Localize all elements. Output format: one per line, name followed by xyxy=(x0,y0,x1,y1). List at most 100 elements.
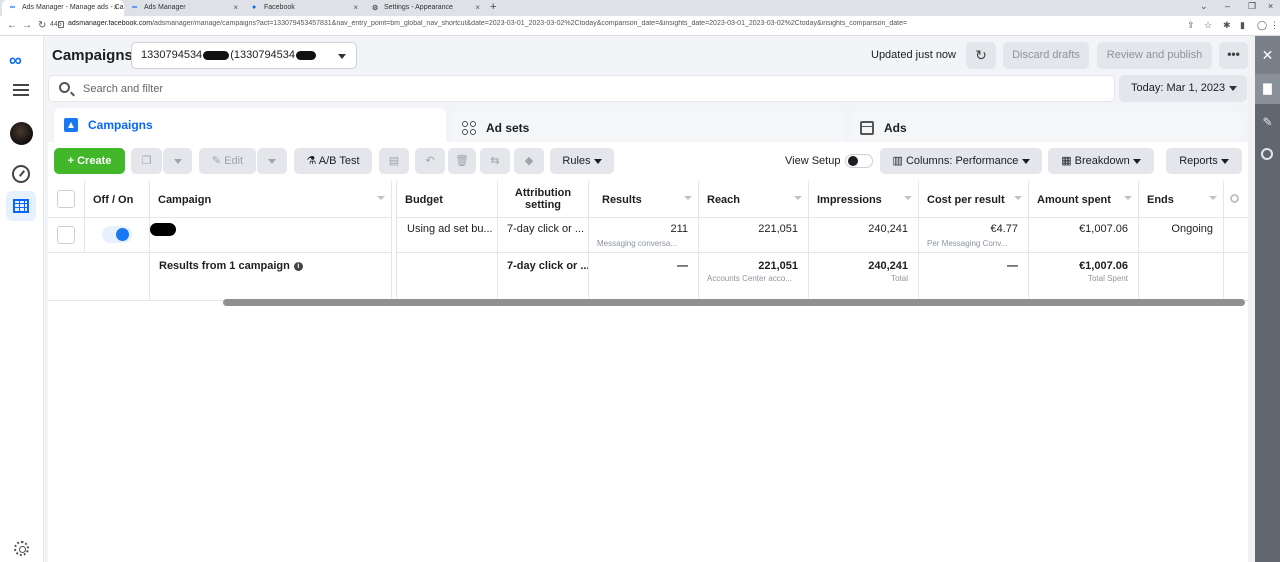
create-button[interactable]: + Create xyxy=(54,148,125,174)
extensions-icon[interactable]: ✱ xyxy=(1223,20,1231,31)
browser-address-bar: ← → ↻ 445 adsmanager.facebook.com/adsman… xyxy=(0,16,1280,36)
tab-label: Ads Manager xyxy=(144,4,186,11)
select-all-checkbox[interactable] xyxy=(57,190,75,208)
info-icon[interactable]: i xyxy=(293,261,303,271)
hamburger-menu-icon[interactable] xyxy=(13,84,29,96)
browser-tab-settings[interactable]: ⚙ Settings - Appearance × xyxy=(364,0,486,16)
tab-search-icon[interactable]: ⌄ xyxy=(1200,1,1208,12)
delete-button[interactable]: 🗑 xyxy=(448,148,476,174)
summary-filler-cell xyxy=(1224,253,1248,301)
search-input[interactable] xyxy=(83,81,883,97)
reports-label: Reports xyxy=(1179,155,1218,167)
meta-logo-icon[interactable]: ∞ xyxy=(9,50,22,71)
close-icon[interactable]: × xyxy=(353,3,358,12)
url-field[interactable]: adsmanager.facebook.com/adsmanager/manag… xyxy=(68,20,1178,27)
row-checkbox[interactable] xyxy=(57,226,75,244)
vertical-scrollbar[interactable] xyxy=(1248,36,1255,562)
edit-dropdown[interactable] xyxy=(257,148,287,174)
columns-icon: ▥ xyxy=(892,155,906,167)
rules-button[interactable]: Rules xyxy=(550,148,614,174)
lock-icon[interactable] xyxy=(58,21,64,28)
column-header-reach[interactable]: Reach xyxy=(699,181,809,218)
refresh-button[interactable]: ↻ xyxy=(966,42,996,69)
sidepanel-icon[interactable]: ▮ xyxy=(1240,20,1245,31)
tab-ad-sets[interactable]: Ad sets xyxy=(452,111,844,145)
column-header-amount-spent[interactable]: Amount spent xyxy=(1029,181,1139,218)
restore-icon[interactable]: ❐ xyxy=(1248,1,1256,12)
tag-button[interactable]: ◆ xyxy=(514,148,544,174)
row-campaign-name-cell[interactable] xyxy=(150,218,392,253)
summary-impressions-value: 240,241 xyxy=(868,260,908,272)
cost-per-result-type: Per Messaging Conv... xyxy=(927,239,1008,248)
account-overview-icon[interactable] xyxy=(12,165,30,183)
trash-icon: 🗑 xyxy=(455,155,469,167)
minimize-icon[interactable]: – xyxy=(1225,1,1230,11)
browser-tab-facebook[interactable]: ● Facebook × xyxy=(244,0,364,16)
url-path: /adsmanager/manage/campaigns?act=1330794… xyxy=(152,20,908,27)
date-range-button[interactable]: Today: Mar 1, 2023 xyxy=(1119,75,1247,102)
sort-icon xyxy=(904,196,912,200)
more-options-button[interactable]: ••• xyxy=(1219,42,1248,69)
ab-test-label: A/B Test xyxy=(318,155,360,167)
summary-impressions-sub: Total xyxy=(891,274,908,283)
back-icon[interactable]: ← xyxy=(7,20,17,31)
discard-drafts-button[interactable]: Discard drafts xyxy=(1003,42,1089,69)
share-icon[interactable]: ⇪ xyxy=(1187,20,1195,31)
campaign-on-toggle[interactable] xyxy=(102,226,132,243)
columns-label: Columns: Performance xyxy=(905,155,1019,167)
edit-panel-button[interactable]: ✎ xyxy=(1255,110,1280,134)
profile-icon[interactable]: ◯ xyxy=(1257,20,1267,31)
tab-campaigns[interactable]: Campaigns xyxy=(54,108,446,142)
column-header-cost-per-result[interactable]: Cost per result xyxy=(919,181,1029,218)
charts-panel-button[interactable]: ▇ xyxy=(1255,74,1280,104)
redaction-mark xyxy=(203,50,230,60)
history-clock-icon[interactable] xyxy=(1261,148,1273,160)
tab-ads[interactable]: Ads xyxy=(850,111,1242,145)
forward-icon[interactable]: → xyxy=(22,20,32,31)
close-icon[interactable]: × xyxy=(233,3,238,12)
avatar[interactable] xyxy=(10,122,33,145)
new-tab-button[interactable]: + xyxy=(490,1,496,13)
undo-icon: ↶ xyxy=(425,155,435,167)
undo-button[interactable]: ↶ xyxy=(415,148,445,174)
ad-account-selector[interactable]: 1330794534 (1330794534 xyxy=(131,42,357,69)
ad-sets-icon xyxy=(462,121,476,135)
column-header-budget[interactable]: Budget xyxy=(396,181,498,218)
star-icon[interactable]: ☆ xyxy=(1204,20,1212,31)
tab-label: Ads xyxy=(884,121,907,135)
column-settings-icon[interactable] xyxy=(1230,194,1239,203)
close-icon[interactable]: × xyxy=(113,3,118,12)
edit-button[interactable]: ✎ Edit xyxy=(199,148,256,174)
facebook-favicon-icon: ● xyxy=(252,4,257,11)
window-close-icon[interactable]: × xyxy=(1268,1,1273,11)
duplicate-dropdown[interactable] xyxy=(163,148,192,174)
reports-button[interactable]: Reports xyxy=(1166,148,1242,174)
kebab-menu-icon[interactable]: ⋮ xyxy=(1270,20,1279,31)
column-header-onoff[interactable]: Off / On xyxy=(85,181,150,218)
reload-icon[interactable]: ↻ xyxy=(38,20,46,31)
close-panel-button[interactable]: ✕ xyxy=(1255,36,1280,74)
horizontal-scrollbar[interactable] xyxy=(223,299,1245,306)
browser-tab-ads-manager-manage[interactable]: ∞ Ads Manager - Manage ads - Ca × xyxy=(2,0,124,16)
duplicate-button[interactable]: ❐ xyxy=(131,148,162,174)
campaigns-nav-item[interactable] xyxy=(6,191,36,221)
columns-button[interactable]: ▥ Columns: Performance xyxy=(880,148,1042,174)
column-header-ends[interactable]: Ends xyxy=(1139,181,1224,218)
column-header-attribution[interactable]: Attribution setting xyxy=(498,181,589,218)
search-icon xyxy=(59,82,70,93)
column-header-results[interactable]: Results xyxy=(589,181,699,218)
browser-tab-ads-manager[interactable]: ∞ Ads Manager × xyxy=(124,0,244,16)
meta-favicon-icon: ∞ xyxy=(132,4,137,11)
column-header-impressions[interactable]: Impressions xyxy=(809,181,919,218)
view-setup-toggle[interactable] xyxy=(845,154,873,168)
breakdown-button[interactable]: ▦ Breakdown xyxy=(1048,148,1154,174)
close-icon[interactable]: × xyxy=(475,3,480,12)
column-header-campaign[interactable]: Campaign xyxy=(150,181,392,218)
pencil-icon: ✎ xyxy=(211,155,225,167)
clipboard-button[interactable]: ▤ xyxy=(379,148,409,174)
export-button[interactable]: ⇆ xyxy=(480,148,510,174)
url-host: adsmanager.facebook.com xyxy=(68,20,153,27)
ab-test-button[interactable]: ⚗ A/B Test xyxy=(294,148,372,174)
settings-gear-icon[interactable] xyxy=(14,541,29,556)
review-and-publish-button[interactable]: Review and publish xyxy=(1097,42,1212,69)
